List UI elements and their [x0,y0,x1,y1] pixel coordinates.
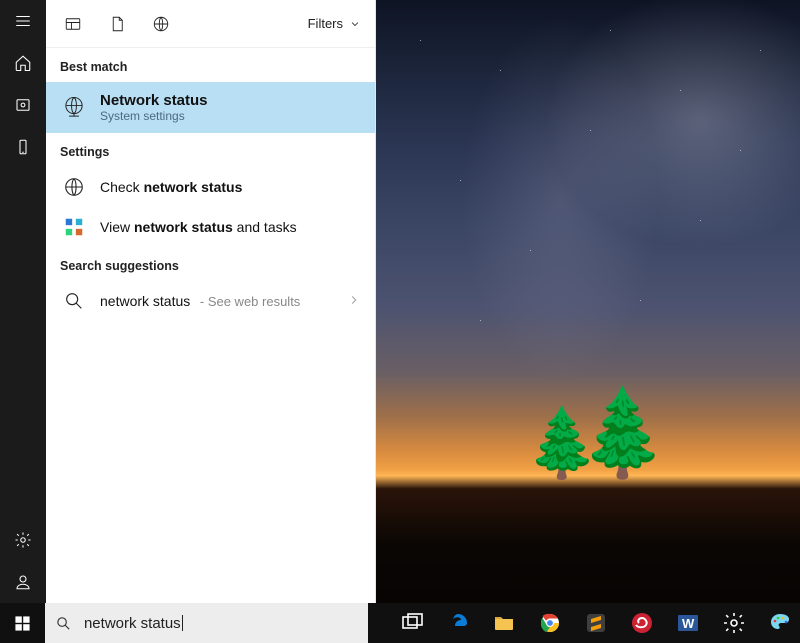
start-left-rail [0,0,46,603]
settings-icon[interactable] [0,519,46,561]
result-title: Network status [100,92,208,109]
result-subtitle: System settings [100,109,208,123]
home-icon[interactable] [0,42,46,84]
search-query-text: network status [84,615,183,632]
phone-icon[interactable] [0,126,46,168]
result-title: Check network status [100,179,242,195]
user-icon[interactable] [0,561,46,603]
result-check-network-status[interactable]: Check network status [46,167,375,207]
chevron-down-icon [349,18,361,30]
globe-icon [60,173,88,201]
result-view-network-status-tasks[interactable]: View network status and tasks [46,207,375,247]
taskbar-pinned-apps: W [392,603,800,643]
paint-icon[interactable] [760,603,800,643]
swirl-app-icon[interactable] [622,603,662,643]
apps-panel-icon[interactable] [56,7,90,41]
edge-icon[interactable] [438,603,478,643]
search-results-panel: Filters Best match Network status System… [46,0,376,603]
chrome-icon[interactable] [530,603,570,643]
section-best-match: Best match [46,48,375,82]
file-explorer-icon[interactable] [484,603,524,643]
svg-text:W: W [682,616,695,631]
filters-button[interactable]: Filters [308,16,361,31]
network-sharing-icon [60,213,88,241]
result-web-suggestion[interactable]: network status - See web results [46,281,375,321]
photo-icon[interactable] [0,84,46,126]
filters-label: Filters [308,16,343,31]
search-icon [60,287,88,315]
result-network-status-best[interactable]: Network status System settings [46,82,375,133]
section-suggestions: Search suggestions [46,247,375,281]
menu-icon[interactable] [0,0,46,42]
result-title: network status - See web results [100,293,300,309]
taskbar: network status W [0,603,800,643]
settings-icon[interactable] [714,603,754,643]
tree-silhouette: 🌲 [583,382,663,483]
document-icon[interactable] [100,7,134,41]
chevron-right-icon [347,293,361,310]
task-view-icon[interactable] [392,603,432,643]
taskbar-search-box[interactable]: network status [45,603,368,643]
start-button[interactable] [0,603,45,643]
result-title: View network status and tasks [100,219,297,235]
section-settings: Settings [46,133,375,167]
globe-monitor-icon [60,94,88,122]
sublime-icon[interactable] [576,603,616,643]
panel-toolbar: Filters [46,0,375,48]
web-icon[interactable] [144,7,178,41]
search-icon [55,615,72,632]
word-icon[interactable]: W [668,603,708,643]
